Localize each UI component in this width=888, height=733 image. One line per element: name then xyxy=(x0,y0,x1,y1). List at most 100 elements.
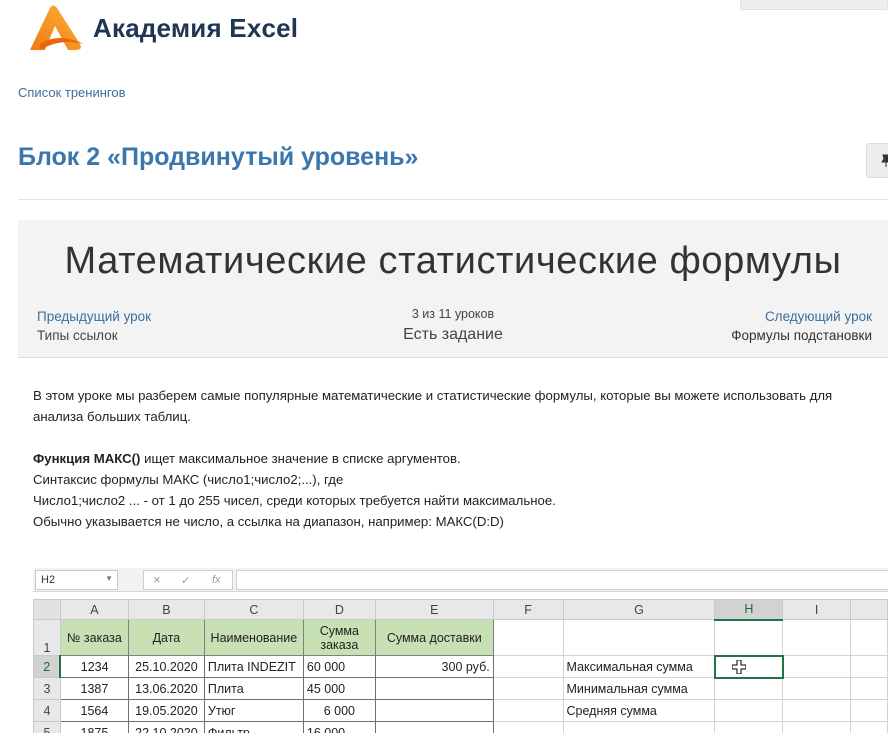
cell[interactable]: 22.10.2020 xyxy=(127,721,205,733)
cell[interactable]: 1564 xyxy=(59,699,129,722)
cell[interactable] xyxy=(374,699,494,722)
cell[interactable]: 1387 xyxy=(59,677,129,700)
cell[interactable]: 16 000 xyxy=(302,721,376,733)
cell[interactable] xyxy=(562,619,716,656)
cell[interactable] xyxy=(782,677,852,700)
row-header[interactable]: 5 xyxy=(33,721,61,733)
cell[interactable] xyxy=(782,699,852,722)
spreadsheet-grid: A B C D E F G H I 1 № заказа Дата Наимен… xyxy=(33,599,888,733)
column-header[interactable]: E xyxy=(374,599,494,620)
cell[interactable] xyxy=(782,655,852,678)
column-header[interactable]: G xyxy=(562,599,716,620)
spreadsheet-screenshot: H2 ▼ × ✓ fx A B C D E F G H I 1 № заказа… xyxy=(33,568,888,733)
cell[interactable] xyxy=(714,699,784,722)
cancel-icon[interactable]: × xyxy=(153,572,161,587)
cell[interactable] xyxy=(714,619,784,656)
cell[interactable] xyxy=(714,677,784,700)
header-cell[interactable]: Сумма заказа xyxy=(302,619,376,656)
intro-paragraph: В этом уроке мы разберем самые популярны… xyxy=(33,388,833,424)
cell[interactable]: Максимальная сумма xyxy=(562,655,716,678)
page-title: Блок 2 «Продвинутый уровень» xyxy=(18,143,419,171)
cell[interactable] xyxy=(374,721,494,733)
cell[interactable] xyxy=(850,721,888,733)
active-cell[interactable] xyxy=(713,654,784,679)
table-row: 1 № заказа Дата Наименование Сумма заказ… xyxy=(33,619,888,656)
fill-handle[interactable] xyxy=(781,676,783,678)
row-header[interactable]: 1 xyxy=(33,619,61,656)
cell[interactable] xyxy=(850,619,888,656)
next-lesson-link[interactable]: Следующий урок xyxy=(765,309,872,324)
cell[interactable]: 25.10.2020 xyxy=(127,655,205,678)
header-cell[interactable]: Дата xyxy=(127,619,205,656)
usage-line: Обычно указывается не число, а ссылка на… xyxy=(33,514,504,529)
column-header[interactable]: B xyxy=(127,599,205,620)
function-paragraph: Функция МАКС() ищет максимальное значени… xyxy=(33,448,878,469)
table-row: 2 1234 25.10.2020 Плита INDEZIT 60 000 3… xyxy=(33,654,888,679)
cell[interactable]: 1234 xyxy=(59,655,129,678)
column-header[interactable]: D xyxy=(302,599,376,620)
cell[interactable]: 6 000 xyxy=(302,699,376,722)
cell[interactable]: Плита INDEZIT xyxy=(203,655,304,678)
lesson-title: Математические статистические формулы xyxy=(64,240,842,282)
cell[interactable] xyxy=(562,721,716,733)
pin-icon xyxy=(881,154,888,167)
function-icon[interactable]: fx xyxy=(212,574,221,586)
cell[interactable]: 13.06.2020 xyxy=(127,677,205,700)
table-row: 4 1564 19.05.2020 Утюг 6 000 Средняя сум… xyxy=(33,699,888,722)
cell[interactable] xyxy=(782,619,852,656)
select-all-corner[interactable] xyxy=(33,599,61,620)
cell[interactable] xyxy=(492,677,564,700)
cell[interactable] xyxy=(782,721,852,733)
cell[interactable]: 60 000 xyxy=(302,655,376,678)
cell[interactable]: 300 руб. xyxy=(374,655,494,678)
arguments-line: Число1;число2 ... - от 1 до 255 чисел, с… xyxy=(33,493,556,508)
check-icon[interactable]: ✓ xyxy=(181,574,190,587)
function-name: Функция МАКС() xyxy=(33,451,141,466)
lesson-header: Математические статистические формулы Пр… xyxy=(18,220,888,358)
column-header[interactable]: F xyxy=(492,599,564,620)
cell[interactable] xyxy=(850,655,888,678)
cell[interactable] xyxy=(492,699,564,722)
row-header-active[interactable]: 2 xyxy=(33,655,62,678)
column-header[interactable]: A xyxy=(59,599,129,620)
cell[interactable]: 19.05.2020 xyxy=(127,699,205,722)
cell[interactable]: Минимальная сумма xyxy=(562,677,716,700)
formula-input[interactable] xyxy=(236,570,888,590)
column-header-active[interactable]: H xyxy=(714,599,784,621)
academy-logo-icon[interactable] xyxy=(28,4,86,54)
chevron-down-icon[interactable]: ▼ xyxy=(105,574,113,583)
lesson-progress: 3 из 11 уроков xyxy=(411,307,495,321)
function-description: ищет максимальное значение в списке аргу… xyxy=(140,451,461,466)
cell[interactable] xyxy=(714,721,784,733)
cell[interactable]: 1875 xyxy=(59,721,129,733)
cell[interactable]: Фильтр xyxy=(203,721,304,733)
column-header[interactable]: C xyxy=(203,599,304,620)
cell[interactable]: Плита xyxy=(203,677,304,700)
syntax-line: Синтаксис формулы МАКС (число1;число2;..… xyxy=(33,472,344,487)
header-cell[interactable]: Наименование xyxy=(203,619,304,656)
table-row: 3 1387 13.06.2020 Плита 45 000 Минимальн… xyxy=(33,677,888,700)
divider xyxy=(18,199,888,200)
header-cell[interactable]: Сумма доставки xyxy=(374,619,494,656)
cell[interactable] xyxy=(850,677,888,700)
column-header[interactable] xyxy=(850,599,888,620)
cell[interactable]: Средняя сумма xyxy=(562,699,716,722)
cell[interactable]: Утюг xyxy=(203,699,304,722)
column-header[interactable]: I xyxy=(782,599,852,620)
cell[interactable] xyxy=(492,619,564,656)
name-box-value: H2 xyxy=(41,574,56,586)
cell[interactable] xyxy=(850,699,888,722)
brand-name[interactable]: Академия Excel xyxy=(93,13,298,44)
header-cell[interactable]: № заказа xyxy=(59,619,129,656)
cell[interactable] xyxy=(492,721,564,733)
name-box[interactable]: H2 ▼ xyxy=(35,570,118,590)
side-panel-toggle[interactable] xyxy=(866,143,888,178)
row-header[interactable]: 4 xyxy=(33,699,61,722)
lesson-content: В этом уроке мы разберем самые популярны… xyxy=(33,385,878,532)
cell[interactable] xyxy=(492,655,564,678)
cell[interactable] xyxy=(374,677,494,700)
cell[interactable]: 45 000 xyxy=(302,677,376,700)
top-menu-tab[interactable] xyxy=(740,0,888,10)
breadcrumb-trainings-link[interactable]: Список тренингов xyxy=(18,85,126,100)
row-header[interactable]: 3 xyxy=(33,677,61,700)
